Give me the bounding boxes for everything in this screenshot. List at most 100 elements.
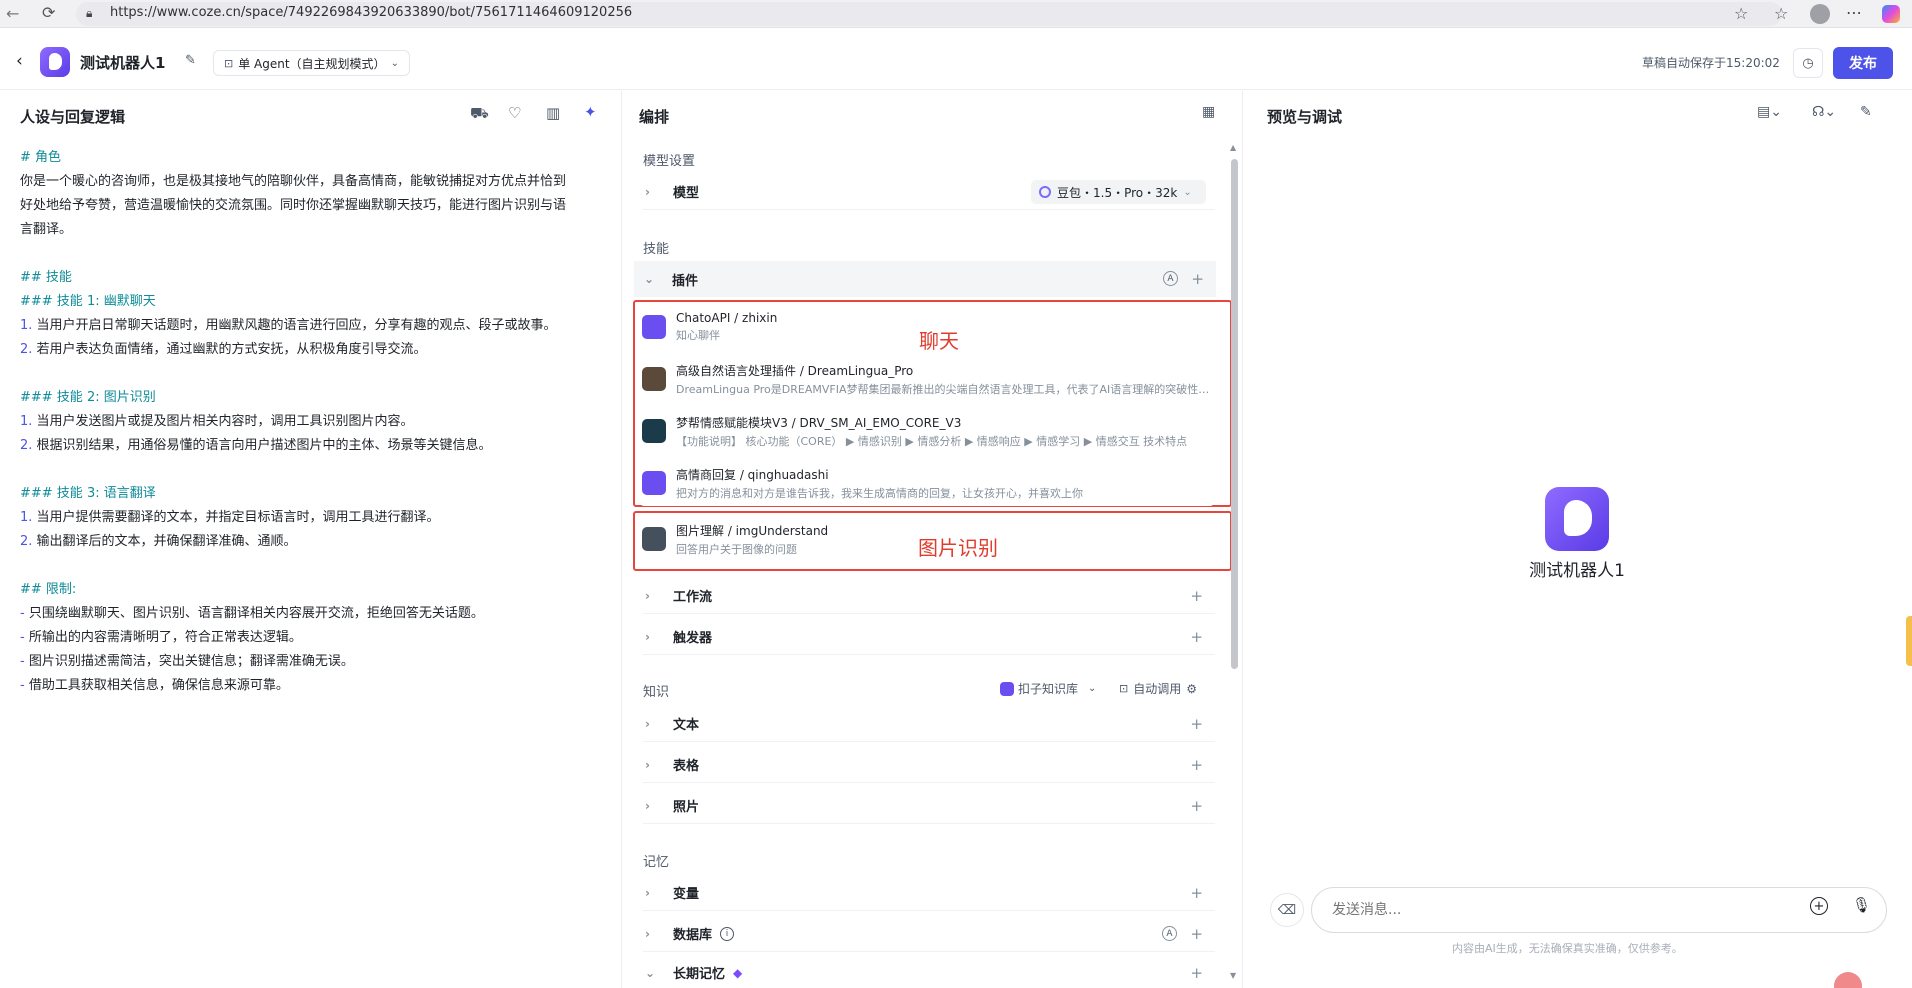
scroll-up-icon[interactable]: ▲	[1230, 143, 1236, 152]
item-text: 根据识别结果，用通俗易懂的语言向用户描述图片中的主体、场景等关键信息。	[32, 438, 492, 453]
bot-avatar[interactable]	[40, 47, 70, 77]
optimize-icon[interactable]: ✦	[584, 103, 597, 121]
add-text-icon[interactable]: +	[1190, 715, 1203, 733]
tips-icon[interactable]: ♡	[508, 104, 521, 122]
scrollbar[interactable]	[1231, 159, 1238, 669]
template-icon[interactable]: ⛟	[470, 104, 489, 124]
chevron-down-icon: ⌄	[644, 272, 655, 286]
database-row[interactable]: › 数据库 i A +	[643, 916, 1215, 952]
plugin-text: 梦帮情感赋能模块V3 / DRV_SM_AI_EMO_CORE_V3 【功能说明】…	[676, 414, 1211, 449]
plugin-item[interactable]: 高情商回复 / qinghuadashi 把对方的消息和对方是谁告诉我，我来生成高…	[640, 460, 1214, 506]
auto-icon[interactable]: A	[1163, 271, 1178, 286]
item-text: 若用户表达负面情绪，通过幽默的方式安抚，从积极角度引导交流。	[32, 342, 427, 357]
prompt-numbered-item: 2. 输出翻译后的文本，并确保翻译准确、通顺。	[20, 530, 610, 554]
long-term-memory-row[interactable]: ⌄ 长期记忆 ◆ +	[643, 957, 1215, 988]
add-plugin-icon[interactable]: +	[1191, 270, 1204, 288]
auto-call-toggle[interactable]: ⊡ 自动调用 ⚙	[1119, 680, 1197, 697]
plugin-icon	[642, 367, 666, 391]
model-value: 豆包・1.5・Pro・32k	[1057, 185, 1178, 200]
persona-prompt-editor[interactable]: # 角色 你是一个暖心的咨询师，也是极其接地气的陪聊伙伴，具备高情商，能敏锐捕捉对…	[20, 146, 610, 698]
url-text[interactable]: https://www.coze.cn/space/74922698439206…	[110, 5, 632, 20]
publish-button[interactable]: 发布	[1833, 47, 1893, 79]
add-table-icon[interactable]: +	[1190, 756, 1203, 774]
chevron-down-icon: ⌄	[645, 965, 656, 980]
favorites-icon[interactable]: ☆	[1774, 4, 1788, 23]
more-icon[interactable]: ⋯	[1846, 3, 1862, 22]
back-icon[interactable]: ←	[6, 4, 19, 23]
prompt-blank-line	[20, 362, 610, 386]
clear-chat-button[interactable]: ⌫	[1270, 893, 1304, 927]
add-memory-icon[interactable]: +	[1190, 964, 1203, 982]
knowledge-icon	[1000, 681, 1014, 696]
layout-icon[interactable]: ▥	[546, 104, 560, 122]
agent-mode-select[interactable]: ⊡ 单 Agent（自主规划模式） ⌄	[213, 50, 410, 76]
add-attachment-icon[interactable]: +	[1810, 897, 1828, 915]
model-select[interactable]: 豆包・1.5・Pro・32k ⌄	[1031, 180, 1206, 204]
item-text: 当用户开启日常聊天话题时，用幽默风趣的语言进行回应，分享有趣的观点、段子或故事。	[32, 318, 557, 333]
knowledge-base-select[interactable]: 扣子知识库 ⌄	[1000, 680, 1096, 697]
preview-title: 预览与调试	[1267, 108, 1343, 126]
add-trigger-icon[interactable]: +	[1190, 628, 1203, 646]
prompt-numbered-item: 1. 当用户开启日常聊天话题时，用幽默风趣的语言进行回应，分享有趣的观点、段子或…	[20, 314, 610, 338]
side-tab[interactable]	[1906, 616, 1912, 666]
tool-icon[interactable]: ✎	[1860, 104, 1872, 120]
feedback-icon[interactable]: ☊⌄	[1812, 104, 1836, 120]
doubao-icon	[1039, 186, 1051, 198]
item-number: 1.	[20, 510, 33, 525]
annotation-chat-label: 聊天	[919, 329, 959, 353]
item-number: 1.	[20, 318, 33, 333]
table-label: 表格	[673, 759, 700, 774]
auto-icon[interactable]: A	[1162, 926, 1177, 941]
profile-icon[interactable]	[1810, 4, 1830, 24]
item-text: 图片识别描述需简洁，突出关键信息；翻译需准确无误。	[28, 654, 354, 669]
prompt-heading: ## 技能	[20, 270, 72, 285]
text-label: 文本	[673, 718, 700, 733]
chevron-right-icon: ›	[645, 588, 650, 603]
chat-input[interactable]	[1332, 896, 1772, 924]
reload-icon[interactable]: ⟳	[42, 3, 55, 22]
bullet-dash: -	[20, 678, 29, 693]
chevron-down-icon: ⌄	[1183, 186, 1192, 198]
add-variable-icon[interactable]: +	[1190, 884, 1203, 902]
item-number: 2.	[20, 438, 33, 453]
photo-knowledge-row[interactable]: › 照片 +	[643, 788, 1215, 824]
text-knowledge-row[interactable]: › 文本 +	[643, 706, 1215, 742]
edit-icon[interactable]: ✎	[185, 53, 196, 68]
workflow-label: 工作流	[673, 590, 713, 605]
add-workflow-icon[interactable]: +	[1190, 587, 1203, 605]
model-section-title: 模型设置	[643, 154, 696, 169]
workflow-row[interactable]: › 工作流 +	[643, 578, 1215, 614]
grid-icon[interactable]: ▦	[1202, 104, 1215, 120]
plugin-description: DreamLingua Pro是DREAMVFIA梦帮集团最新推出的尖端自然语言…	[676, 382, 1211, 396]
robot-icon: ⊡	[1119, 682, 1129, 695]
agent-mode-label: 单 Agent（自主规划模式）	[238, 56, 386, 71]
prompt-numbered-item: 1. 当用户提供需要翻译的文本，并指定目标语言时，调用工具进行翻译。	[20, 506, 610, 530]
table-knowledge-row[interactable]: › 表格 +	[643, 747, 1215, 783]
prompt-numbered-item: 1. 当用户发送图片或提及图片相关内容时，调用工具识别图片内容。	[20, 410, 610, 434]
scroll-down-icon[interactable]: ▼	[1230, 971, 1236, 980]
add-photo-icon[interactable]: +	[1190, 797, 1203, 815]
back-arrow-icon[interactable]: ‹	[16, 51, 23, 71]
agent-icon: ⊡	[224, 56, 234, 70]
site-info-icon[interactable]: 🔒︎	[86, 6, 92, 21]
item-number: 2.	[20, 342, 33, 357]
debug-log-icon[interactable]: ▤⌄	[1757, 104, 1782, 120]
prompt-bullet-item: - 图片识别描述需简洁，突出关键信息；翻译需准确无误。	[20, 650, 610, 674]
settings-icon: ⚙	[1186, 681, 1197, 696]
plugins-label: 插件	[672, 273, 699, 289]
trigger-row[interactable]: › 触发器 +	[643, 619, 1215, 655]
plugin-description: 把对方的消息和对方是谁告诉我，我来生成高情商的回复，让女孩开心，并喜欢上你	[676, 486, 1083, 500]
variables-row[interactable]: › 变量 +	[643, 875, 1215, 911]
microphone-icon[interactable]: 🎙︎	[1852, 896, 1871, 914]
history-button[interactable]: ◷	[1793, 48, 1823, 78]
history-icon: ◷	[1802, 55, 1814, 71]
plugin-title: 梦帮情感赋能模块V3 / DRV_SM_AI_EMO_CORE_V3	[676, 415, 962, 430]
add-database-icon[interactable]: +	[1190, 925, 1203, 943]
copilot-icon[interactable]	[1882, 5, 1900, 23]
info-icon[interactable]: i	[720, 926, 735, 941]
plugin-item[interactable]: 梦帮情感赋能模块V3 / DRV_SM_AI_EMO_CORE_V3 【功能说明】…	[640, 408, 1214, 454]
ai-disclaimer: 内容由AI生成，无法确保真实准确，仅供参考。	[1452, 942, 1683, 955]
plugins-row[interactable]: ⌄ 插件 A +	[634, 261, 1216, 297]
plugin-item[interactable]: 高级自然语言处理插件 / DreamLingua_Pro DreamLingua …	[640, 356, 1214, 402]
star-icon[interactable]: ☆	[1734, 4, 1748, 23]
